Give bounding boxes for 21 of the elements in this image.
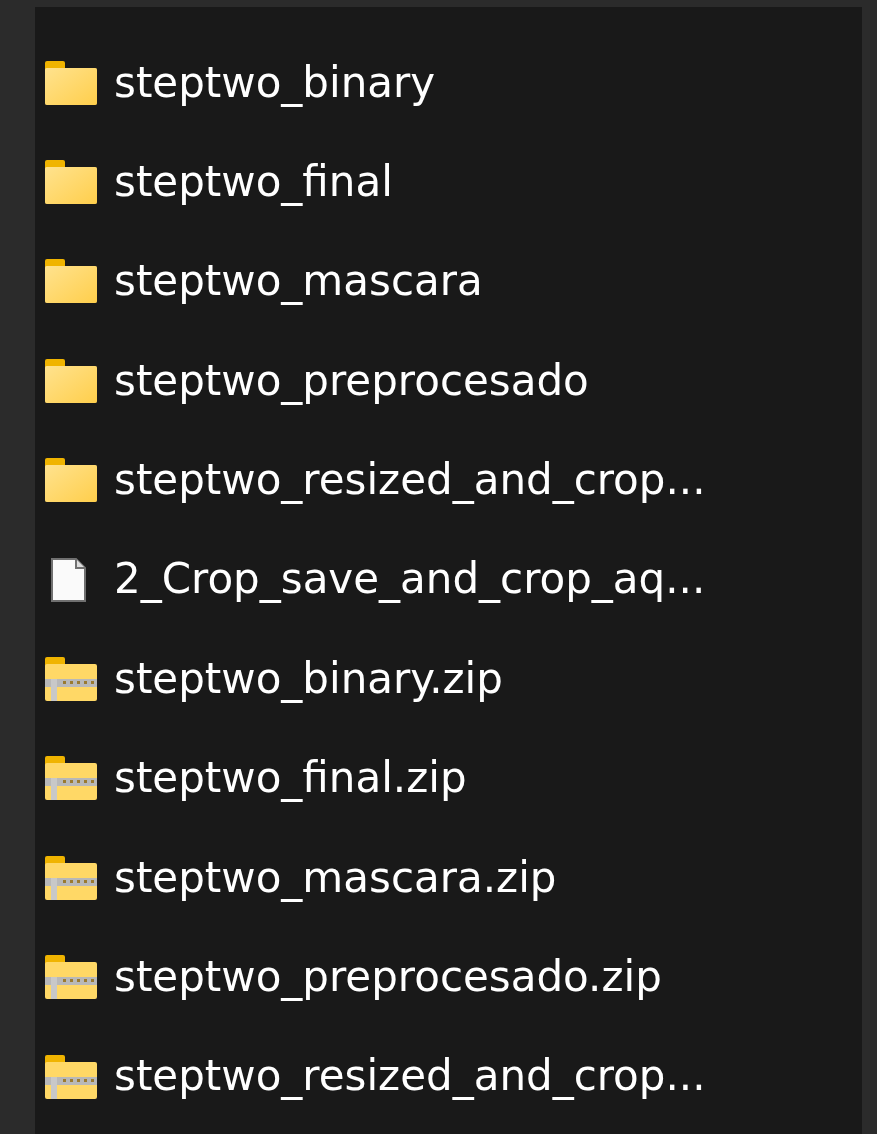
file-name[interactable]: steptwo_final.zip (114, 753, 467, 804)
folder-icon (45, 160, 97, 205)
file-name[interactable]: steptwo_resized_and_crop... (114, 455, 706, 506)
folder-icon (45, 458, 97, 503)
file-name[interactable]: steptwo_resized_and_crop... (114, 1051, 706, 1102)
zip-folder-icon (45, 855, 97, 900)
folder-icon (45, 358, 97, 403)
file-name[interactable]: steptwo_mascara.zip (114, 852, 557, 903)
zip-folder-icon (45, 657, 97, 702)
file-name[interactable]: steptwo_preprocesado (114, 355, 589, 407)
folder-icon (45, 60, 97, 105)
zip-folder-icon (45, 955, 97, 1000)
zip-folder-icon (45, 756, 97, 801)
file-name[interactable]: steptwo_final (114, 156, 393, 208)
file-name[interactable]: 2_Crop_save_and_crop_aq... (114, 554, 706, 605)
zip-folder-icon (45, 1054, 97, 1099)
file-name[interactable]: steptwo_binary.zip (114, 653, 503, 705)
file-name[interactable]: steptwo_mascara (114, 256, 483, 307)
file-name[interactable]: steptwo_binary (114, 57, 436, 108)
folder-icon (45, 259, 97, 304)
file-name[interactable]: steptwo_preprocesado.zip (114, 952, 662, 1003)
